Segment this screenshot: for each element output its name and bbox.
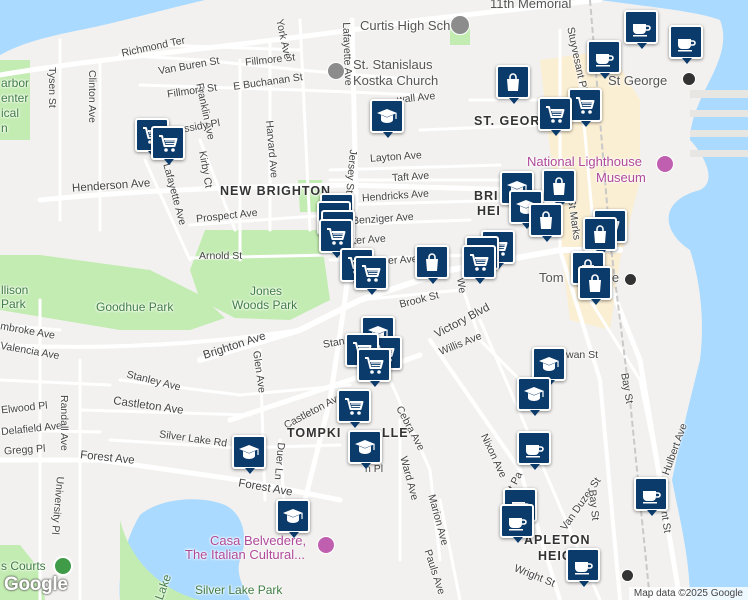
coffee-marker[interactable] (500, 504, 534, 543)
park-poi-icon[interactable] (53, 556, 73, 576)
school-icon (539, 357, 559, 371)
marker-box[interactable] (370, 99, 404, 138)
coffee-icon (643, 491, 661, 504)
coffee-icon (575, 562, 593, 575)
station-icon[interactable] (624, 273, 637, 286)
school-icon (239, 445, 259, 459)
coffee-icon (596, 54, 614, 67)
school-marker[interactable] (532, 347, 566, 386)
cart-icon (327, 228, 346, 245)
coffee-icon (526, 445, 544, 458)
marker-box[interactable] (529, 203, 563, 242)
bag-icon (426, 253, 438, 271)
bag-icon (589, 274, 601, 292)
school-marker[interactable] (517, 377, 551, 416)
marker-box[interactable] (532, 347, 566, 386)
school-icon (377, 109, 397, 123)
bag-icon (540, 211, 552, 229)
cart-marker[interactable] (538, 97, 572, 136)
cart-icon (576, 97, 595, 114)
cart-icon (470, 254, 489, 271)
marker-box[interactable] (232, 435, 266, 474)
marker-box[interactable] (517, 377, 551, 416)
cart-marker[interactable] (357, 348, 391, 387)
cart-marker[interactable] (151, 126, 185, 165)
map-attribution[interactable]: Map data ©2025 Google (628, 587, 748, 600)
station-icon[interactable] (682, 72, 696, 86)
marker-box[interactable] (276, 499, 310, 538)
marker-box[interactable] (587, 40, 621, 79)
school-marker[interactable] (232, 435, 266, 474)
marker-box[interactable] (517, 431, 551, 470)
bag-icon (553, 177, 565, 195)
coffee-icon (633, 24, 651, 37)
marker-box[interactable] (538, 97, 572, 136)
marker-box[interactable] (151, 126, 185, 165)
marker-box[interactable] (634, 477, 668, 516)
map-canvas[interactable]: Richmond Ter Van Buren St Fillmore St Fi… (0, 0, 748, 600)
cart-icon (345, 398, 364, 415)
cart-icon (546, 106, 565, 123)
cart-marker[interactable] (354, 256, 388, 295)
marker-box[interactable] (496, 65, 530, 104)
marker-box[interactable] (624, 10, 658, 49)
school-icon (524, 387, 544, 401)
coffee-marker[interactable] (587, 40, 621, 79)
school-icon (355, 440, 375, 454)
coffee-marker[interactable] (517, 431, 551, 470)
coffee-marker[interactable] (634, 477, 668, 516)
coffee-icon (678, 39, 696, 52)
coffee-marker[interactable] (624, 10, 658, 49)
marker-box[interactable] (462, 245, 496, 284)
coffee-marker[interactable] (566, 548, 600, 587)
cart-icon (159, 135, 178, 152)
cultural-center-poi-icon[interactable] (317, 536, 335, 554)
bag-marker[interactable] (415, 245, 449, 284)
marker-box[interactable] (568, 88, 602, 127)
cart-marker[interactable] (462, 245, 496, 284)
bag-marker[interactable] (583, 217, 617, 256)
bag-marker[interactable] (578, 266, 612, 305)
marker-box[interactable] (337, 389, 371, 428)
marker-box[interactable] (348, 430, 382, 469)
school-marker[interactable] (370, 99, 404, 138)
marker-box[interactable] (415, 245, 449, 284)
coffee-icon (509, 518, 527, 531)
marker-box[interactable] (578, 266, 612, 305)
bag-icon (507, 73, 519, 91)
cart-marker[interactable] (568, 88, 602, 127)
bag-marker[interactable] (542, 169, 576, 208)
cart-icon (362, 265, 381, 282)
school-icon (283, 509, 303, 523)
church-poi-icon[interactable] (327, 62, 345, 80)
school-poi-icon[interactable] (450, 15, 470, 35)
marker-box[interactable] (357, 348, 391, 387)
coffee-marker[interactable] (669, 25, 703, 64)
bag-marker[interactable] (496, 65, 530, 104)
marker-box[interactable] (669, 25, 703, 64)
marker-box[interactable] (542, 169, 576, 208)
marker-box[interactable] (583, 217, 617, 256)
marker-box[interactable] (566, 548, 600, 587)
cart-icon (365, 357, 384, 374)
school-marker[interactable] (348, 430, 382, 469)
cart-marker[interactable] (337, 389, 371, 428)
marker-box[interactable] (354, 256, 388, 295)
station-icon[interactable] (621, 569, 634, 582)
school-marker[interactable] (276, 499, 310, 538)
google-logo: Google (4, 574, 68, 595)
bag-icon (594, 225, 606, 243)
marker-box[interactable] (500, 504, 534, 543)
bag-marker[interactable] (529, 203, 563, 242)
museum-poi-icon[interactable] (656, 155, 674, 173)
